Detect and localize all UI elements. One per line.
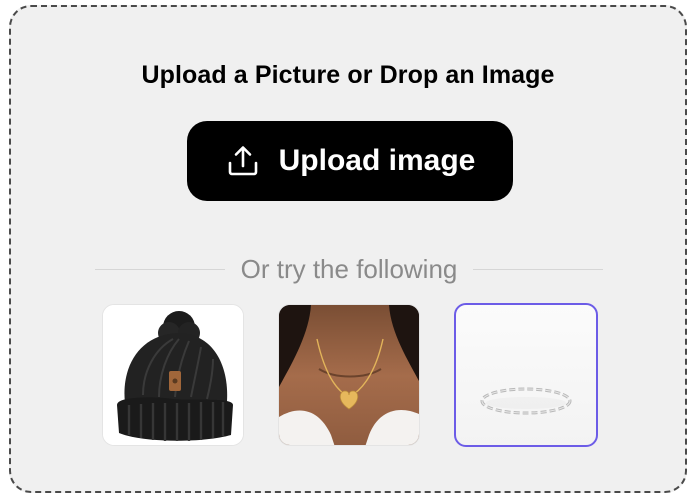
beanie-image bbox=[103, 305, 243, 445]
divider-line-left bbox=[95, 268, 225, 270]
necklace-image bbox=[279, 305, 419, 445]
upload-image-label: Upload image bbox=[278, 144, 476, 177]
divider: Or try the following bbox=[95, 251, 603, 287]
sample-silver-chain-bracelet[interactable] bbox=[454, 303, 598, 447]
upload-image-button[interactable]: Upload image bbox=[187, 121, 513, 201]
bracelet-image bbox=[480, 387, 572, 415]
divider-text: Or try the following bbox=[240, 253, 458, 284]
dropzone-title: Upload a Picture or Drop an Image bbox=[141, 61, 555, 89]
divider-line-right bbox=[473, 268, 603, 270]
sample-heart-necklace[interactable] bbox=[278, 304, 420, 446]
image-dropzone[interactable]: Upload a Picture or Drop an Image Upload… bbox=[9, 5, 687, 493]
upload-icon bbox=[225, 143, 261, 179]
sample-black-beanie[interactable] bbox=[102, 304, 244, 446]
